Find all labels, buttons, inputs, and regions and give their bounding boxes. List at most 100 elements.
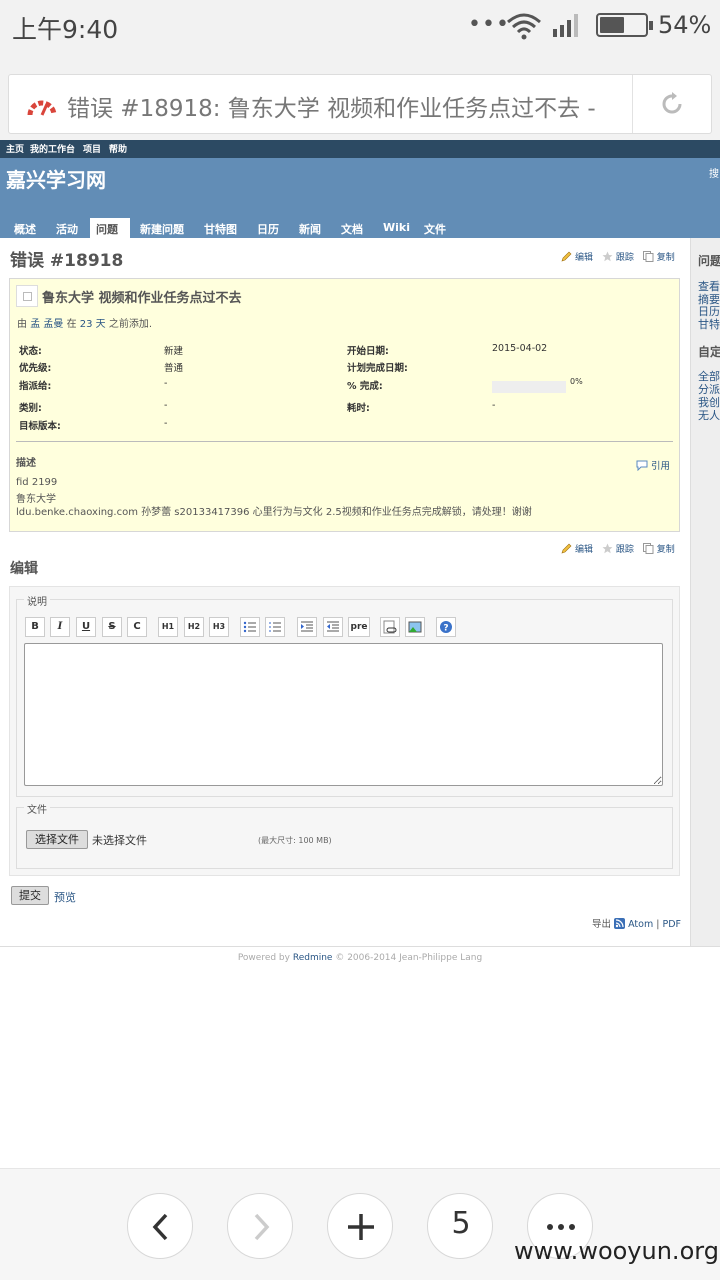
tab-news[interactable]: 新闻: [293, 218, 327, 238]
done-ratio-label: % 完成:: [347, 381, 383, 392]
project-title[interactable]: 嘉兴学习网: [6, 164, 106, 193]
unordered-list-button[interactable]: [240, 617, 260, 637]
sidebar-link[interactable]: 无人: [698, 407, 720, 423]
issue-author-line: 由 孟 孟曼 在 23 天 之前添加.: [17, 319, 153, 330]
quote-link[interactable]: 引用: [636, 458, 670, 472]
h1-button[interactable]: H1: [158, 617, 178, 637]
tab-gantt[interactable]: 甘特图: [198, 218, 243, 238]
redmine-link[interactable]: Redmine: [293, 953, 333, 963]
age-link[interactable]: 23 天: [80, 319, 106, 330]
outdent-button[interactable]: [323, 617, 343, 637]
tab-wiki[interactable]: Wiki: [377, 218, 416, 238]
h3-button[interactable]: H3: [209, 617, 229, 637]
page-title-in-address-bar[interactable]: 错误 #18918: 鲁东大学 视频和作业任务点过不去 -: [67, 89, 627, 123]
start-date-label: 开始日期:: [347, 346, 389, 357]
main-content: 错误 #18918 编辑 跟踪 复制 鲁东大学 视频和作业任务点过不去 由 孟 …: [0, 238, 690, 946]
battery-percent: 54%: [658, 11, 712, 39]
code-button[interactable]: C: [127, 617, 147, 637]
reload-icon[interactable]: [659, 91, 685, 117]
tab-overview[interactable]: 概述: [8, 218, 42, 238]
help-button[interactable]: ?: [436, 617, 456, 637]
tab-documents[interactable]: 文档: [335, 218, 369, 238]
copy-icon: [642, 543, 654, 554]
assignee-value: -: [164, 378, 168, 389]
sidebar-link[interactable]: 甘特: [698, 316, 720, 332]
underline-button[interactable]: U: [76, 617, 96, 637]
pdf-link[interactable]: PDF: [662, 919, 681, 930]
notes-textarea[interactable]: [24, 643, 663, 786]
tab-count: 5: [451, 1206, 471, 1241]
edit-link[interactable]: 编辑: [575, 545, 593, 555]
link-button[interactable]: [380, 617, 400, 637]
atom-link[interactable]: Atom: [628, 919, 653, 930]
more-notifications-icon: •••: [468, 12, 510, 37]
list-icon: [243, 621, 256, 633]
ordered-list-button[interactable]: [265, 617, 285, 637]
forward-button[interactable]: [227, 1193, 293, 1259]
tab-new-issue[interactable]: 新建问题: [134, 218, 190, 238]
submit-button[interactable]: 提交: [11, 886, 49, 905]
due-date-label: 计划完成日期:: [347, 363, 408, 374]
top-menu-my-page[interactable]: 我的工作台: [30, 142, 75, 155]
edit-link[interactable]: 编辑: [575, 253, 593, 263]
pre-button[interactable]: pre: [348, 617, 370, 637]
tab-activity[interactable]: 活动: [50, 218, 84, 238]
priority-value: 普通: [164, 363, 184, 374]
indent-button[interactable]: [297, 617, 317, 637]
copy-link[interactable]: 复制: [657, 545, 675, 555]
comment-icon: [636, 460, 648, 472]
plus-icon: [348, 1214, 374, 1240]
browser-toolbar: 错误 #18918: 鲁东大学 视频和作业任务点过不去 -: [0, 50, 720, 140]
signal-icon: [553, 14, 578, 37]
top-menu-home[interactable]: 主页: [6, 142, 24, 155]
target-version-label: 目标版本:: [19, 421, 61, 432]
files-legend: 文件: [24, 801, 50, 816]
clock: 上午9:40: [12, 15, 119, 44]
image-button[interactable]: [405, 617, 425, 637]
start-date-value: 2015-04-02: [492, 343, 548, 354]
strike-button[interactable]: S: [102, 617, 122, 637]
export-label: 导出: [592, 919, 612, 930]
italic-button[interactable]: I: [50, 617, 70, 637]
site-gauge-icon: [27, 100, 57, 116]
bold-button[interactable]: B: [25, 617, 45, 637]
link-icon: [383, 620, 397, 634]
watch-link[interactable]: 跟踪: [616, 253, 634, 263]
search-label: 搜: [709, 169, 719, 180]
chevron-left-icon: [152, 1213, 168, 1241]
issue-actions-top: 编辑 跟踪 复制: [561, 250, 675, 263]
issue-heading: 错误 #18918: [10, 251, 124, 271]
export-links: 导出 Atom | PDF: [592, 916, 681, 930]
tabs-button[interactable]: 5: [427, 1193, 493, 1259]
address-bar[interactable]: 错误 #18918: 鲁东大学 视频和作业任务点过不去 -: [8, 74, 712, 134]
tab-issues[interactable]: 问题: [90, 218, 130, 238]
spent-time-label: 耗时:: [347, 403, 370, 414]
top-menu-projects[interactable]: 项目: [83, 142, 101, 155]
choose-file-button[interactable]: 选择文件: [26, 830, 88, 849]
status-value: 新建: [164, 346, 184, 357]
new-tab-button[interactable]: [327, 1193, 393, 1259]
sidebar-heading-custom: 自定: [698, 345, 720, 359]
top-menu-help[interactable]: 帮助: [109, 142, 127, 155]
top-menu: 主页 我的工作台 项目 帮助: [0, 140, 720, 158]
project-header: 嘉兴学习网 搜 概述 活动 问题 新建问题 甘特图 日历 新闻 文档 Wiki …: [0, 158, 720, 238]
tab-calendar[interactable]: 日历: [251, 218, 285, 238]
pencil-icon: [561, 251, 572, 262]
priority-label: 优先级:: [19, 363, 52, 374]
description-line: ldu.benke.chaoxing.com 孙梦蕾 s20133417396 …: [16, 507, 532, 518]
tab-files[interactable]: 文件: [418, 218, 452, 238]
author-link[interactable]: 孟 孟曼: [30, 319, 63, 330]
rss-feed-icon: [614, 918, 626, 929]
indent-icon: [301, 621, 313, 632]
pencil-icon: [561, 543, 572, 554]
copy-link[interactable]: 复制: [657, 253, 675, 263]
ordered-list-icon: [269, 622, 281, 632]
h2-button[interactable]: H2: [184, 617, 204, 637]
export-separator: |: [656, 919, 660, 930]
watch-link[interactable]: 跟踪: [616, 545, 634, 555]
preview-link[interactable]: 预览: [54, 889, 76, 905]
back-button[interactable]: [127, 1193, 193, 1259]
spent-time-value: -: [492, 400, 496, 411]
watermark: www.wooyun.org: [514, 1237, 719, 1265]
copy-icon: [642, 251, 654, 262]
